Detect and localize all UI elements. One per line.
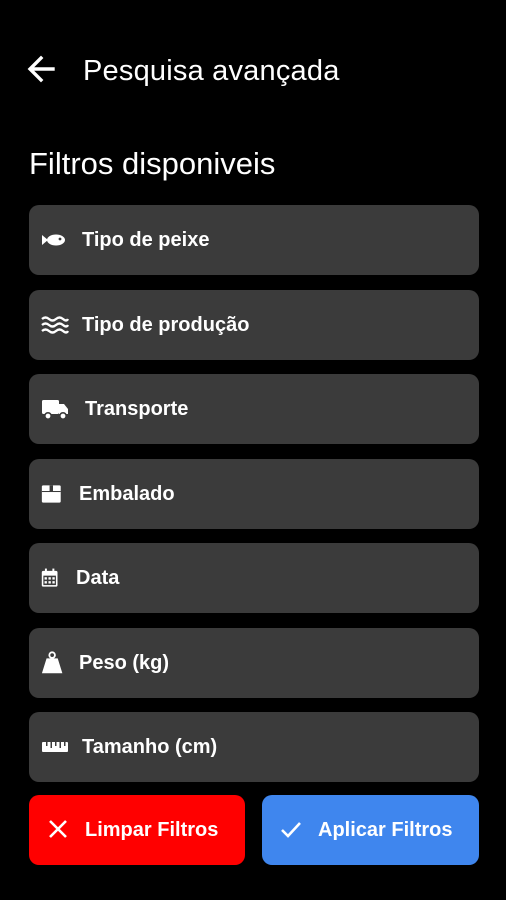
filter-peso[interactable]: Peso (kg) (29, 627, 479, 698)
filter-label: Tamanho (cm) (82, 736, 218, 758)
app-bar: Pesquisa avançada (0, 40, 506, 104)
filter-list: Tipo de peixe Tipo de produção Transport… (29, 205, 479, 797)
back-button[interactable] (26, 54, 56, 84)
filter-label: Tipo de peixe (82, 229, 210, 251)
apply-filters-button[interactable]: Aplicar Filtros (262, 795, 479, 865)
filter-label: Tipo de produção (82, 313, 250, 336)
filter-transporte[interactable]: Transporte (29, 374, 479, 444)
box-icon (41, 484, 61, 503)
filter-label: Embalado (79, 482, 175, 505)
close-icon (49, 820, 67, 838)
ruler-icon (42, 742, 68, 752)
truck-icon (42, 400, 68, 420)
arrow-left-icon (27, 55, 55, 83)
section-title: Filtros disponiveis (29, 146, 276, 181)
apply-filters-label: Aplicar Filtros (318, 819, 453, 841)
clear-filters-label: Limpar Filtros (85, 819, 219, 841)
water-waves-icon (41, 315, 69, 334)
filter-embalado[interactable]: Embalado (29, 458, 479, 529)
filter-label: Transporte (85, 398, 189, 420)
weight-icon (41, 650, 63, 673)
filter-data[interactable]: Data (29, 543, 479, 613)
clear-filters-button[interactable]: Limpar Filtros (29, 795, 245, 865)
check-icon (281, 822, 301, 838)
page-title: Pesquisa avançada (83, 55, 340, 87)
filter-label: Data (76, 567, 120, 589)
filter-tipo-de-producao[interactable]: Tipo de produção (29, 289, 479, 360)
filter-tamanho[interactable]: Tamanho (cm) (29, 712, 479, 782)
calendar-icon (41, 568, 58, 587)
filter-label: Peso (kg) (79, 651, 170, 674)
filter-tipo-de-peixe[interactable]: Tipo de peixe (29, 205, 479, 275)
fish-icon (42, 234, 65, 246)
